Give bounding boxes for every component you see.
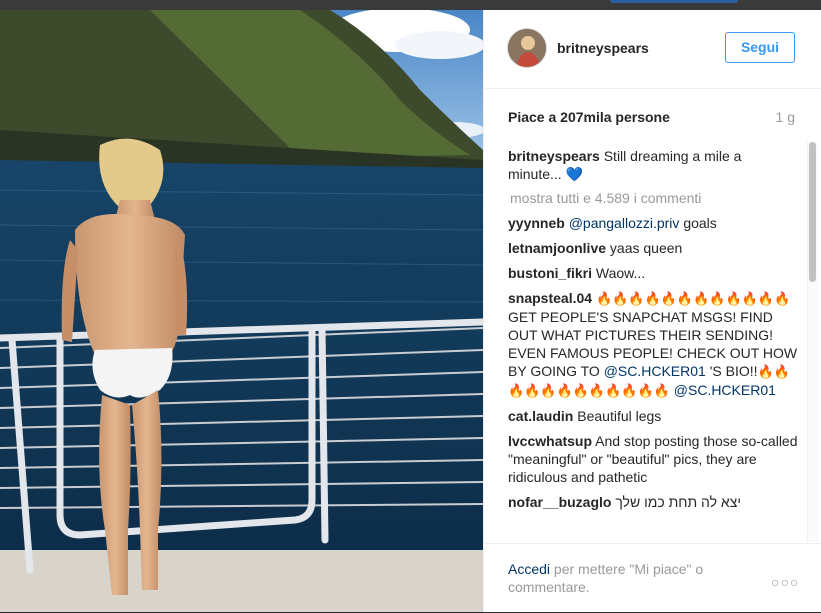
avatar-image xyxy=(508,29,546,67)
blue-heart-icon: 💙 xyxy=(565,166,584,182)
comment-item: letnamjoonlive yaas queen xyxy=(508,239,798,257)
scrollbar-thumb[interactable] xyxy=(809,142,816,282)
caption: britneyspears Still dreaming a mile a mi… xyxy=(508,147,798,183)
top-strip-button xyxy=(610,0,738,3)
comment-username[interactable]: lvccwhatsup xyxy=(508,433,592,449)
login-link[interactable]: Accedi xyxy=(508,561,550,577)
caption-username[interactable]: britneyspears xyxy=(508,148,600,164)
post-footer: Accedi per mettere "Mi piace" o commenta… xyxy=(484,543,821,613)
photo-illustration xyxy=(0,10,483,612)
comment-text: yaas queen xyxy=(609,240,683,256)
comment-text: goals xyxy=(683,215,717,231)
comment-item: yyynneb @pangallozzi.priv goals xyxy=(508,214,798,232)
post-time[interactable]: 1 g xyxy=(776,109,795,125)
comment-item: snapsteal.04 🔥🔥🔥🔥🔥🔥🔥🔥🔥🔥🔥🔥 GET PEOPLE'S S… xyxy=(508,289,798,400)
comment-text: Beautiful legs xyxy=(577,408,662,424)
post-side-panel: britneyspears Segui Piace a 207mila pers… xyxy=(483,10,821,612)
comments-list: britneyspears Still dreaming a mile a mi… xyxy=(508,147,798,542)
avatar[interactable] xyxy=(507,28,547,68)
comment-username[interactable]: cat.laudin xyxy=(508,408,573,424)
comment-mention[interactable]: @SC.HCKER01 xyxy=(604,363,706,379)
post-photo[interactable] xyxy=(0,10,483,612)
post-modal: britneyspears Segui Piace a 207mila pers… xyxy=(0,10,821,612)
comment-mention[interactable]: @SC.HCKER01 xyxy=(674,382,776,398)
page-top-strip xyxy=(0,0,821,10)
comment-username[interactable]: letnamjoonlive xyxy=(508,240,606,256)
comment-text: יצא לה תחת כמו שלך xyxy=(615,494,741,510)
post-header: britneyspears Segui xyxy=(484,10,821,89)
comment-text: Waow... xyxy=(595,265,646,281)
comment-mention[interactable]: @pangallozzi.priv xyxy=(569,215,680,231)
comment-item: cat.laudin Beautiful legs xyxy=(508,407,798,425)
follow-button[interactable]: Segui xyxy=(725,32,795,63)
comment-username[interactable]: bustoni_fikri xyxy=(508,265,592,281)
comment-item: lvccwhatsup And stop posting those so-ca… xyxy=(508,432,798,486)
comment-username[interactable]: yyynneb xyxy=(508,215,565,231)
comment-username[interactable]: snapsteal.04 xyxy=(508,290,592,306)
post-username[interactable]: britneyspears xyxy=(557,40,649,56)
comment-item: bustoni_fikri Waow... xyxy=(508,264,798,282)
comment-item: nofar__buzaglo יצא לה תחת כמו שלך xyxy=(508,493,798,511)
login-prompt: Accedi per mettere "Mi piace" o commenta… xyxy=(508,560,738,596)
comments-scrollbar[interactable] xyxy=(807,142,818,542)
fire-emoji-icon: 🔥🔥🔥🔥🔥🔥🔥🔥🔥🔥🔥🔥 xyxy=(595,291,791,306)
comment-username[interactable]: nofar__buzaglo xyxy=(508,494,611,510)
comment-text: 'S BIO!! xyxy=(709,363,758,379)
ellipsis-icon[interactable]: ○○○ xyxy=(771,574,799,590)
view-all-comments-link[interactable]: mostra tutti e 4.589 i commenti xyxy=(510,190,798,206)
likes-count[interactable]: Piace a 207mila persone xyxy=(508,109,670,125)
